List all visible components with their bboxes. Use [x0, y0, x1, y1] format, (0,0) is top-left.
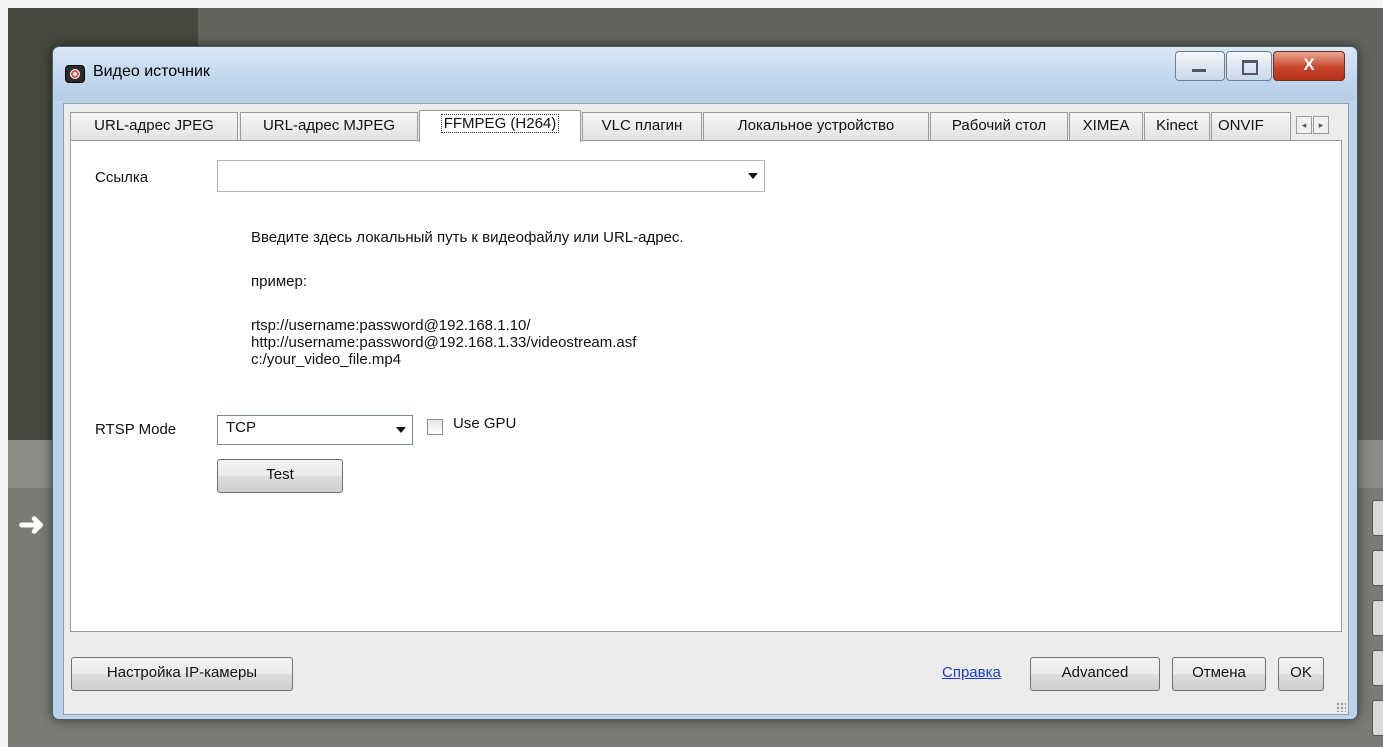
ok-button[interactable]: OK: [1278, 657, 1324, 691]
ip-camera-setup-button[interactable]: Настройка IP-камеры: [71, 657, 293, 691]
tab-scroll-left-button[interactable]: ◂: [1296, 116, 1312, 134]
example-label: пример:: [251, 273, 308, 290]
example-rtsp: rtsp://username:password@192.168.1.10/: [251, 317, 531, 334]
tab-ximea[interactable]: XIMEA: [1069, 112, 1143, 141]
tab-label: XIMEA: [1082, 117, 1130, 134]
chevron-down-icon[interactable]: [748, 173, 758, 179]
tab-url-jpeg[interactable]: URL-адрес JPEG: [70, 112, 238, 141]
test-button[interactable]: Test: [217, 459, 343, 493]
tab-local-device[interactable]: Локальное устройство: [703, 112, 929, 141]
tab-label: URL-адрес MJPEG: [262, 117, 396, 134]
background-left-strip: [0, 8, 8, 747]
background-side-button[interactable]: [1372, 550, 1383, 586]
tab-label: FFMPEG (H264): [440, 114, 560, 133]
chevron-down-icon[interactable]: [396, 427, 406, 433]
close-button[interactable]: X: [1273, 51, 1345, 81]
title-bar[interactable]: Видео источник X: [53, 47, 1357, 101]
background-side-button[interactable]: [1372, 500, 1383, 536]
tab-label: Локальное устройство: [737, 117, 895, 134]
example-http: http://username:password@192.168.1.33/vi…: [251, 334, 637, 351]
use-gpu-label[interactable]: Use GPU: [453, 415, 516, 432]
tab-scroll-right-button[interactable]: ▸: [1313, 116, 1329, 134]
maximize-button[interactable]: [1226, 51, 1272, 81]
video-source-dialog: Видео источник X URL-адрес JPEG URL-адре…: [52, 46, 1358, 720]
tab-desktop[interactable]: Рабочий стол: [930, 112, 1068, 141]
resize-grip[interactable]: [1336, 702, 1346, 712]
tab-label: VLC плагин: [601, 117, 683, 134]
minimize-button[interactable]: [1175, 51, 1225, 81]
example-file: c:/your_video_file.mp4: [251, 351, 402, 368]
link-combobox[interactable]: [217, 160, 765, 192]
link-label: Ссылка: [95, 169, 149, 186]
minimize-icon: [1192, 69, 1206, 72]
tab-label: Kinect: [1156, 117, 1198, 134]
tab-kinect[interactable]: Kinect: [1144, 112, 1210, 141]
help-text: Введите здесь локальный путь к видеофайл…: [251, 229, 684, 246]
dialog-client-area: URL-адрес JPEG URL-адрес MJPEG FFMPEG (H…: [63, 103, 1349, 715]
tab-url-mjpeg[interactable]: URL-адрес MJPEG: [240, 112, 418, 141]
background-side-button[interactable]: [1372, 600, 1383, 636]
tab-strip: URL-адрес JPEG URL-адрес MJPEG FFMPEG (H…: [70, 110, 1340, 142]
maximize-icon: [1242, 60, 1258, 75]
use-gpu-checkbox[interactable]: [427, 419, 443, 435]
tab-label: URL-адрес JPEG: [94, 117, 214, 134]
tab-ffmpeg-h264[interactable]: FFMPEG (H264): [419, 110, 581, 142]
rtsp-mode-value: TCP: [226, 419, 256, 436]
tab-vlc-plugin[interactable]: VLC плагин: [582, 112, 702, 141]
background-side-button[interactable]: [1372, 700, 1383, 736]
rtsp-mode-select[interactable]: TCP: [217, 415, 413, 445]
advanced-button[interactable]: Advanced: [1030, 657, 1160, 691]
cancel-button[interactable]: Отмена: [1172, 657, 1266, 691]
background-side-button[interactable]: [1372, 650, 1383, 686]
ffmpeg-tab-page: Ссылка Введите здесь локальный путь к ви…: [70, 140, 1342, 632]
eye-icon: [65, 65, 85, 83]
background-top-bar: [0, 0, 1383, 8]
window-title: Видео источник: [93, 63, 210, 80]
tab-label: Рабочий стол: [951, 117, 1047, 134]
tab-onvif[interactable]: ONVIF: [1211, 112, 1291, 140]
rtsp-mode-label: RTSP Mode: [95, 421, 177, 438]
help-link[interactable]: Справка: [942, 664, 1001, 681]
tab-label: ONVIF: [1218, 117, 1264, 134]
